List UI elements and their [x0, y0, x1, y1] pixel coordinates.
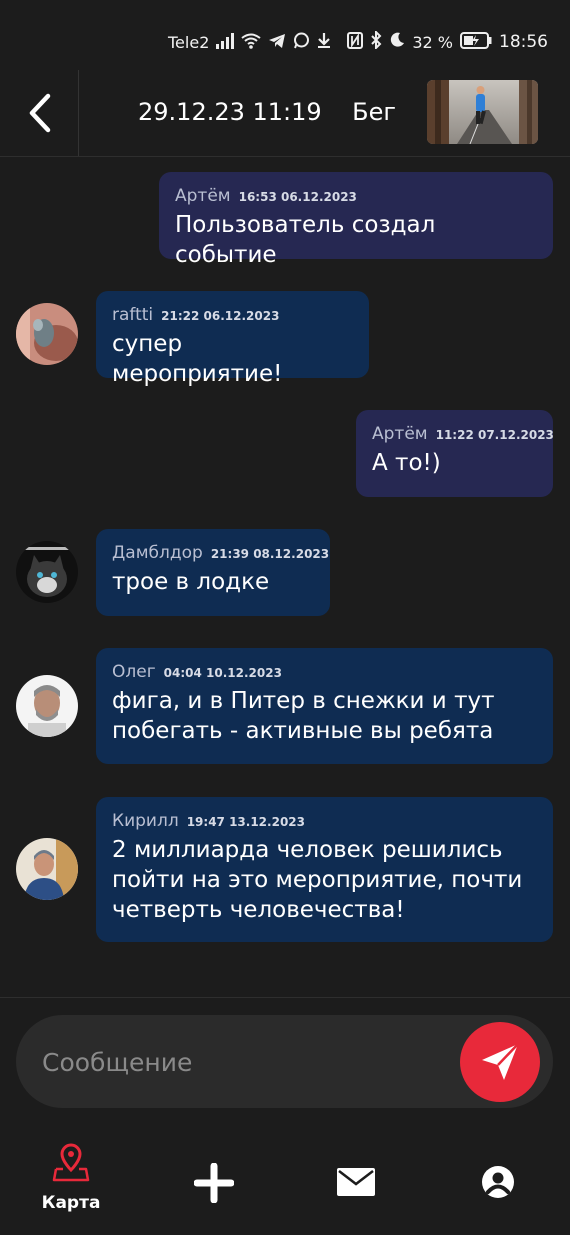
nav-messages[interactable] [306, 1143, 406, 1223]
message-timestamp: 16:53 06.12.2023 [238, 190, 357, 204]
message-author: Кирилл [112, 811, 179, 831]
status-left: Tele2 [168, 32, 331, 53]
status-right: 32 % 18:56 [347, 29, 548, 53]
carrier-label: Tele2 [168, 33, 210, 52]
message-meta: Артём 11:22 07.12.2023 [372, 424, 554, 444]
header-divider [78, 70, 79, 156]
nav-profile[interactable] [448, 1143, 548, 1223]
message-timestamp: 04:04 10.12.2023 [163, 666, 282, 680]
message-author: Олег [112, 662, 156, 682]
nav-map-label: Карта [41, 1193, 101, 1213]
message-text: супер мероприятие! [112, 331, 283, 387]
message-meta: Дамблдор 21:39 08.12.2023 [112, 543, 329, 563]
back-button[interactable] [22, 90, 62, 136]
message-bubble[interactable]: Олег 04:04 10.12.2023 фига, и в Питер в … [96, 648, 553, 764]
mail-icon [337, 1168, 375, 1196]
message-text-line: побегать - активные вы ребята [112, 718, 494, 744]
nav-add[interactable] [164, 1143, 264, 1223]
message-composer [0, 997, 570, 1126]
message-timestamp: 19:47 13.12.2023 [186, 815, 305, 829]
battery-icon [460, 31, 492, 53]
message-meta: Кирилл 19:47 13.12.2023 [112, 811, 537, 831]
signal-icon [216, 32, 235, 53]
plus-icon [194, 1163, 234, 1203]
whatsapp-icon [293, 32, 310, 53]
event-title: 29.12.23 11:19 Бег [138, 98, 397, 126]
message-meta: Артём 16:53 06.12.2023 [175, 186, 537, 206]
battery-percent: 32 % [412, 32, 453, 52]
chevron-left-icon [29, 93, 51, 133]
nfc-icon [347, 31, 364, 53]
message-text: фига, и в Питер в снежки и тут побегать … [112, 686, 537, 746]
message-input-container [16, 1015, 553, 1108]
map-pin-icon [52, 1143, 90, 1182]
bluetooth-icon [370, 29, 382, 53]
message-text: 2 миллиарда человек решились пойти на эт… [112, 835, 537, 925]
chat-header: 29.12.23 11:19 Бег [0, 70, 570, 157]
message-author: Артём [372, 424, 428, 444]
message-text-line: фига, и в Питер в снежки и тут [112, 688, 495, 714]
message-meta: Олег 04:04 10.12.2023 [112, 662, 537, 682]
moon-icon [389, 32, 405, 52]
status-bar: Tele2 32 % 18:56 [0, 0, 570, 80]
wifi-icon [241, 33, 261, 53]
avatar[interactable] [16, 675, 78, 737]
message-author: Артём [175, 186, 231, 206]
avatar[interactable] [16, 541, 78, 603]
message-timestamp: 21:39 08.12.2023 [210, 547, 330, 561]
message-timestamp: 11:22 07.12.2023 [435, 428, 554, 442]
message-author: Дамблдор [112, 543, 203, 563]
message-text: Пользователь создал событие [175, 212, 436, 268]
message-bubble[interactable]: Артём 11:22 07.12.2023 А то!) [356, 410, 554, 497]
profile-icon [482, 1166, 514, 1198]
bottom-navigation: Карта [0, 1125, 570, 1235]
avatar[interactable] [16, 838, 78, 900]
message-text-line: 2 миллиарда человек решились [112, 837, 503, 863]
message-text-line: пойти на это мероприятие, почти [112, 867, 523, 893]
clock: 18:56 [499, 32, 548, 52]
message-author: raftti [112, 305, 154, 325]
message-text: трое в лодке [112, 569, 270, 595]
message-text: А то!) [372, 450, 441, 476]
message-timestamp: 21:22 06.12.2023 [161, 309, 280, 323]
message-bubble[interactable]: Дамблдор 21:39 08.12.2023 трое в лодке [96, 529, 330, 616]
message-bubble[interactable]: Артём 16:53 06.12.2023 Пользователь созд… [159, 172, 553, 268]
send-button[interactable] [460, 1022, 540, 1102]
event-thumbnail[interactable] [427, 80, 538, 144]
message-bubble[interactable]: Кирилл 19:47 13.12.2023 2 миллиарда чело… [96, 797, 553, 942]
send-icon [482, 1043, 519, 1080]
nav-map[interactable]: Карта [21, 1143, 121, 1223]
telegram-icon [268, 33, 286, 53]
avatar[interactable] [16, 303, 78, 365]
message-bubble[interactable]: raftti 21:22 06.12.2023 супер мероприяти… [96, 291, 369, 387]
message-meta: raftti 21:22 06.12.2023 [112, 305, 353, 325]
message-input[interactable] [40, 1037, 444, 1087]
message-text-line: четверть человечества! [112, 897, 405, 923]
download-icon [317, 32, 331, 53]
